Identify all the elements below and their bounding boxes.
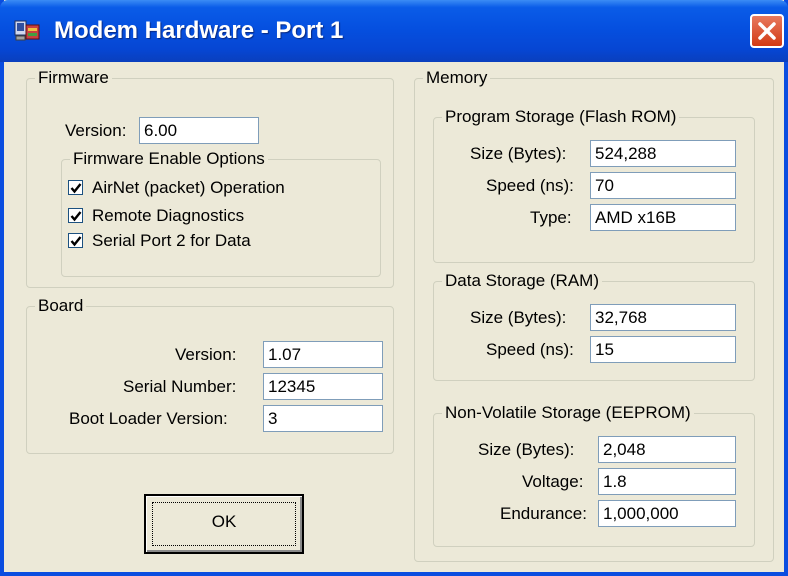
firmware-enable-options-legend: Firmware Enable Options: [70, 149, 268, 169]
window-title: Modem Hardware - Port 1: [54, 17, 344, 44]
firmware-group: Firmware Version: 6.00 Firmware Enable O…: [26, 68, 394, 288]
eeprom-voltage-label: Voltage:: [522, 472, 584, 491]
firmware-enable-options-group: Firmware Enable Options AirNet (packet) …: [61, 149, 381, 277]
program-size-label: Size (Bytes):: [470, 144, 567, 163]
eeprom-endurance-field[interactable]: 1,000,000: [598, 500, 736, 527]
program-speed-label: Speed (ns):: [486, 176, 574, 195]
firmware-version-label: Version:: [65, 121, 127, 140]
ok-button[interactable]: OK: [144, 494, 304, 554]
data-speed-label: Speed (ns):: [486, 340, 574, 359]
checkbox-checked-icon[interactable]: [68, 180, 83, 195]
program-speed-field[interactable]: 70: [590, 172, 736, 199]
modem-hardware-icon: [14, 19, 42, 43]
eeprom-endurance-label: Endurance:: [500, 504, 587, 523]
data-speed-field[interactable]: 15: [590, 336, 736, 363]
board-group: Board Version: 1.07 Serial Number: 12345…: [26, 296, 394, 454]
data-storage-group: Data Storage (RAM) Size (Bytes): 32,768 …: [433, 271, 755, 381]
program-type-field[interactable]: AMD x16B: [590, 204, 736, 231]
program-type-label: Type:: [530, 208, 572, 227]
serial-number-label: Serial Number:: [123, 377, 237, 396]
program-size-field[interactable]: 524,288: [590, 140, 736, 167]
data-storage-legend: Data Storage (RAM): [442, 271, 602, 291]
checkbox-checked-icon[interactable]: [68, 208, 83, 223]
boot-loader-version-label: Boot Loader Version:: [69, 409, 228, 428]
program-storage-group: Program Storage (Flash ROM) Size (Bytes)…: [433, 107, 755, 263]
serial-number-field[interactable]: 12345: [263, 373, 383, 400]
board-legend: Board: [35, 296, 87, 316]
firmware-legend: Firmware: [35, 68, 112, 88]
eeprom-voltage-field[interactable]: 1.8: [598, 468, 736, 495]
eeprom-size-field[interactable]: 2,048: [598, 436, 736, 463]
boot-loader-version-field[interactable]: 3: [263, 405, 383, 432]
title-bar[interactable]: Modem Hardware - Port 1: [0, 0, 788, 62]
eeprom-storage-legend: Non-Volatile Storage (EEPROM): [442, 403, 694, 423]
checkbox-label: AirNet (packet) Operation: [92, 178, 285, 197]
checkbox-checked-icon[interactable]: [68, 233, 83, 248]
eeprom-size-label: Size (Bytes):: [478, 440, 575, 459]
ok-button-label: OK: [211, 512, 237, 531]
checkbox-label: Remote Diagnostics: [92, 206, 245, 225]
board-version-field[interactable]: 1.07: [263, 341, 383, 368]
data-size-label: Size (Bytes):: [470, 308, 567, 327]
data-size-field[interactable]: 32,768: [590, 304, 736, 331]
close-button[interactable]: [750, 14, 784, 48]
dialog-window: Modem Hardware - Port 1 Firmware Version…: [0, 0, 788, 576]
eeprom-storage-group: Non-Volatile Storage (EEPROM) Size (Byte…: [433, 403, 755, 547]
checkbox-label: Serial Port 2 for Data: [92, 231, 251, 250]
memory-group: Memory Program Storage (Flash ROM) Size …: [414, 68, 774, 562]
memory-legend: Memory: [423, 68, 491, 88]
dialog-client-area: Firmware Version: 6.00 Firmware Enable O…: [4, 62, 784, 572]
board-version-label: Version:: [175, 345, 237, 364]
program-storage-legend: Program Storage (Flash ROM): [442, 107, 680, 127]
firmware-version-field[interactable]: 6.00: [139, 117, 259, 144]
